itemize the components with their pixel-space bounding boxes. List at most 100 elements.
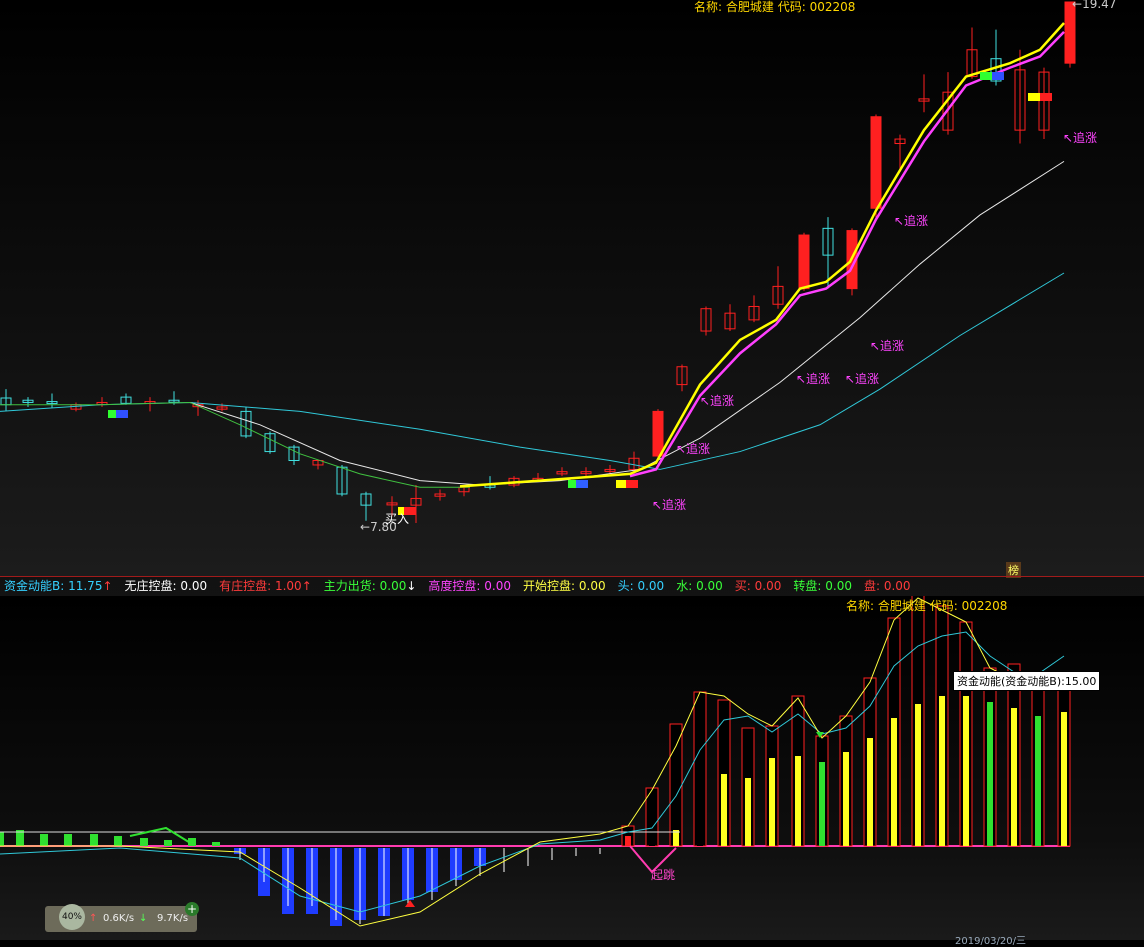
ma-line-yellow bbox=[459, 22, 1065, 488]
positive-bar-fill bbox=[721, 774, 727, 846]
positive-bar-fill bbox=[891, 718, 897, 846]
positive-bar-fill bbox=[939, 696, 945, 846]
stock-name: 合肥城建 bbox=[725, 0, 774, 14]
early-bar bbox=[164, 840, 172, 846]
download-speed: 9.7K/s bbox=[157, 913, 189, 924]
indicator-item: 转盘: 0.00 bbox=[793, 579, 852, 593]
control-block bbox=[576, 480, 588, 488]
candle-body bbox=[798, 234, 810, 290]
indicator-label: 头: bbox=[617, 579, 634, 593]
early-bar bbox=[64, 834, 72, 846]
indicator-values-bar: 资金动能B: 11.75↑ 无庄控盘: 0.00 有庄控盘: 1.00↑ 主力出货: … bbox=[0, 577, 1144, 595]
indicator-value: 11.75 bbox=[64, 579, 103, 593]
stock-title: 名称: 合肥城建 代码: 002208 bbox=[694, 0, 855, 15]
code-label: 代码: bbox=[929, 599, 958, 613]
indicator-label: 盘: bbox=[863, 579, 881, 593]
indicator-label: 无庄控盘: bbox=[124, 579, 177, 593]
chase-signal-label: ↖追涨 bbox=[1063, 131, 1098, 145]
early-bar bbox=[140, 838, 148, 846]
candle-body bbox=[1064, 1, 1076, 64]
positive-bar-fill bbox=[915, 704, 921, 846]
indicator-label: 资金动能B: bbox=[4, 579, 65, 593]
stock-chart-window: 名称: 合肥城建 代码: 002208 ←19.47 ←7.80 买入 榜 ↖追… bbox=[0, 0, 1144, 947]
stock-title-bottom: 名称: 合肥城建 代码: 002208 bbox=[846, 597, 1007, 614]
indicator-label: 高度控盘: bbox=[428, 579, 481, 593]
positive-bar-fill bbox=[963, 696, 969, 846]
ma-line-cyan bbox=[0, 272, 1065, 470]
indicator-item: 有庄控盘: 1.00↑ bbox=[219, 579, 312, 593]
chase-signal-label: ↖追涨 bbox=[894, 214, 929, 228]
indicator-item: 开始控盘: 0.00 bbox=[523, 579, 606, 593]
indicator-chart-pane[interactable] bbox=[0, 596, 1144, 940]
indicator-item: 头: 0.00 bbox=[618, 579, 665, 593]
positive-bar-outline bbox=[669, 723, 683, 847]
indicator-value: 0.00 bbox=[750, 579, 782, 593]
candle-body bbox=[870, 116, 882, 209]
positive-bar-fill bbox=[843, 752, 849, 846]
positive-bar-fill bbox=[1011, 708, 1017, 846]
max-price-value: 19.47 bbox=[1082, 0, 1117, 11]
chase-signal-label: ↖追涨 bbox=[845, 372, 880, 386]
indicator-value: 1.00 bbox=[271, 579, 302, 593]
indicator-label: 水: bbox=[676, 579, 693, 593]
momentum-line-yellow bbox=[0, 597, 1065, 927]
control-block bbox=[1040, 93, 1052, 101]
indicator-item: 买: 0.00 bbox=[735, 579, 782, 593]
network-speed-widget[interactable]: 40% ↑ 0.6K/s ↓ 9.7K/s + bbox=[45, 902, 199, 932]
arrow-up-icon: ↑ bbox=[102, 579, 113, 593]
fund-momentum-chart[interactable] bbox=[0, 596, 1144, 940]
positive-bar-fill bbox=[697, 764, 703, 846]
chase-signal-label: ↖追涨 bbox=[870, 339, 905, 353]
positive-bar-fill bbox=[1061, 712, 1067, 846]
stock-code: 002208 bbox=[961, 599, 1008, 613]
positive-bar-fill bbox=[819, 762, 825, 846]
indicator-value: 0.00 bbox=[821, 579, 852, 593]
stock-name: 合肥城建 bbox=[877, 599, 926, 613]
indicator-label: 有庄控盘: bbox=[219, 579, 272, 593]
chase-signal-label: ↖追涨 bbox=[652, 498, 687, 512]
jump-signal-label: 起跳 bbox=[651, 868, 676, 882]
add-icon[interactable]: + bbox=[185, 902, 199, 916]
control-block bbox=[626, 480, 638, 488]
indicator-item: 无庄控盘: 0.00 bbox=[125, 579, 208, 593]
indicator-value: 0.00 bbox=[480, 579, 512, 593]
control-block bbox=[980, 72, 992, 80]
indicator-item: 资金动能B: 11.75↑ bbox=[4, 579, 113, 593]
positive-bar-fill bbox=[745, 778, 751, 846]
early-bar bbox=[40, 834, 48, 846]
indicator-item: 盘: 0.00 bbox=[864, 579, 911, 593]
arrow-up-icon: ↑ bbox=[301, 579, 312, 593]
positive-bar-fill bbox=[649, 832, 655, 846]
indicator-value: 0.00 bbox=[880, 579, 911, 593]
early-bar bbox=[114, 836, 122, 846]
buy-signal-label: 买入 bbox=[385, 512, 410, 526]
indicator-value: 0.00 bbox=[633, 579, 665, 593]
control-block bbox=[1028, 93, 1040, 101]
positive-bar-fill bbox=[625, 836, 631, 846]
candle-body bbox=[652, 410, 664, 457]
download-arrow-icon: ↓ bbox=[139, 913, 148, 924]
indicator-label: 买: bbox=[734, 579, 751, 593]
control-block bbox=[116, 410, 128, 418]
up-arrow-icon bbox=[405, 900, 415, 907]
name-label: 名称: bbox=[846, 599, 875, 613]
stock-code: 002208 bbox=[809, 0, 856, 14]
positive-bar-fill bbox=[795, 756, 801, 846]
momentum-line-cyan bbox=[0, 631, 1065, 913]
positive-bar-fill bbox=[769, 758, 775, 846]
indicator-label: 主力出货: bbox=[323, 579, 376, 593]
indicator-label: 转盘: bbox=[793, 579, 822, 593]
early-bar bbox=[0, 832, 4, 846]
indicator-item: 水: 0.00 bbox=[676, 579, 723, 593]
indicator-value: 0.00 bbox=[176, 579, 208, 593]
candlestick-chart[interactable] bbox=[0, 0, 1144, 576]
positive-bar-fill bbox=[1035, 716, 1041, 846]
indicator-item: 高度控盘: 0.00 bbox=[428, 579, 511, 593]
control-block bbox=[992, 72, 1004, 80]
arrow-down-icon: ↓ bbox=[406, 579, 417, 593]
positive-bar-fill bbox=[867, 738, 873, 846]
indicator-item: 主力出货: 0.00↓ bbox=[324, 579, 417, 593]
price-chart-pane[interactable] bbox=[0, 0, 1144, 576]
ma-line-green bbox=[0, 401, 470, 488]
chase-signal-label: ↖追涨 bbox=[676, 442, 711, 456]
